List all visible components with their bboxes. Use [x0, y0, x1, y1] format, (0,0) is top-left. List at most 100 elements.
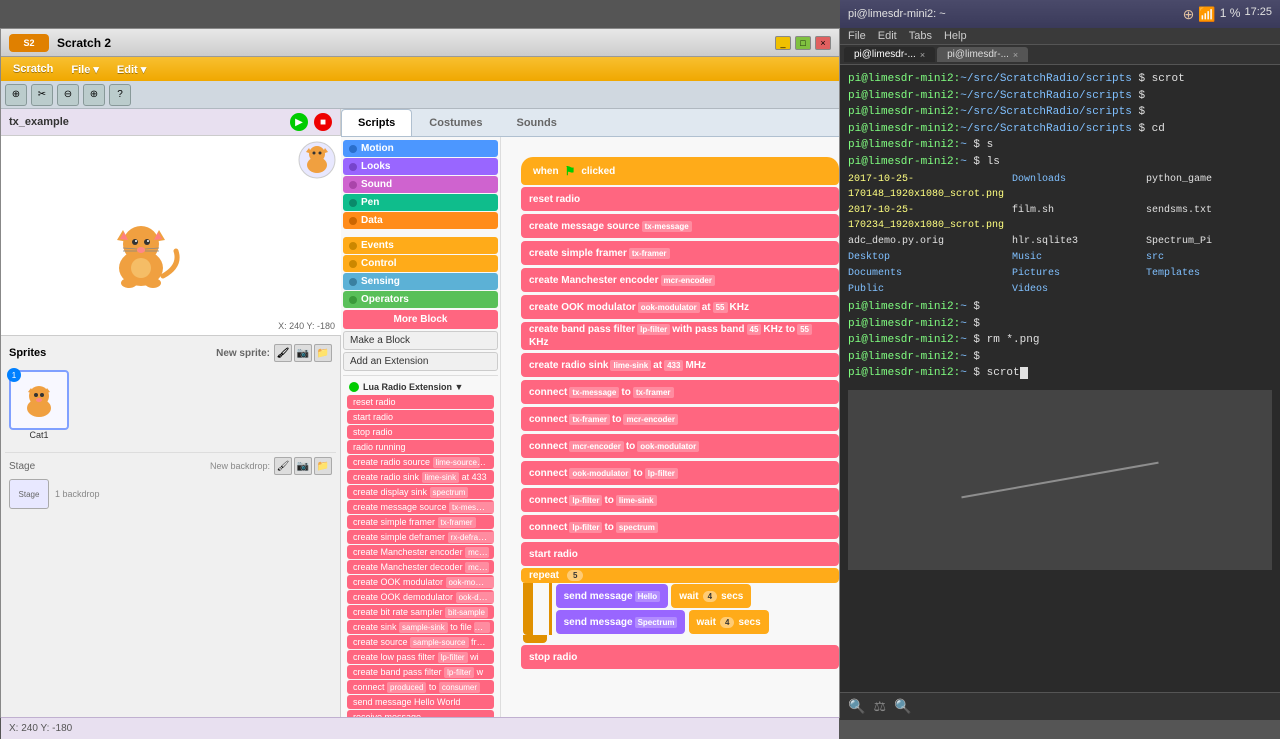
category-motion[interactable]: Motion — [343, 140, 498, 157]
script-canvas[interactable]: when ⚑ clicked reset radio create messag… — [501, 137, 839, 717]
camera-backdrop-btn[interactable]: 📷 — [294, 457, 312, 475]
shrink-tool[interactable]: ⊖ — [57, 84, 79, 106]
menu-file[interactable]: File — [848, 30, 866, 42]
network-icon[interactable]: 📶 — [1198, 6, 1215, 23]
block-send-spectrum[interactable]: send message Spectrum — [556, 610, 686, 634]
category-pen[interactable]: Pen — [343, 194, 498, 211]
block-start-radio[interactable]: start radio — [521, 542, 839, 566]
category-data[interactable]: Data — [343, 212, 498, 229]
add-extension-button[interactable]: Add an Extension — [343, 352, 498, 371]
stage-area[interactable]: X: 240 Y: -180 — [1, 136, 341, 336]
lua-block-stop-radio[interactable]: stop radio — [347, 425, 494, 439]
maximize-button[interactable]: □ — [795, 36, 811, 50]
terminal-footer-icons: 🔍 ⚖ 🔍 — [848, 698, 911, 715]
lua-block-manchester-dec[interactable]: create Manchester decoder mcrd — [347, 560, 494, 574]
term-line-4: pi@limesdr-mini2:~/src/ScratchRadio/scri… — [848, 121, 1272, 138]
lua-block-sink-file[interactable]: create sink sample-sink to file file — [347, 620, 494, 634]
block-create-msg-src[interactable]: create message source tx-message — [521, 214, 839, 238]
file-backdrop-btn[interactable]: 📁 — [314, 457, 332, 475]
green-flag-button[interactable]: ▶ — [290, 113, 308, 131]
category-looks[interactable]: Looks — [343, 158, 498, 175]
terminal-tab-1[interactable]: pi@limesdr-... × — [844, 47, 935, 62]
file-sprite-btn[interactable]: 📁 — [314, 344, 332, 362]
block-connect-lp-spectrum[interactable]: connect lp-filter to spectrum — [521, 515, 839, 539]
paint-sprite-btn[interactable]: 🖌 — [274, 344, 292, 362]
tab-costumes[interactable]: Costumes — [412, 109, 499, 136]
lua-block-start-radio[interactable]: start radio — [347, 410, 494, 424]
lua-block-bp-filter[interactable]: create band pass filter lp-filter w — [347, 665, 494, 679]
block-create-manchester[interactable]: create Manchester encoder mcr-encoder — [521, 268, 839, 292]
block-connect-framer-mcr[interactable]: connect tx-framer to mcr-encoder — [521, 407, 839, 431]
zoom-out-icon[interactable]: 🔍 — [848, 698, 865, 715]
tab-sounds[interactable]: Sounds — [499, 109, 573, 136]
minimize-button[interactable]: _ — [775, 36, 791, 50]
category-events[interactable]: Events — [343, 237, 498, 254]
category-sound[interactable]: Sound — [343, 176, 498, 193]
lua-block-radio-running[interactable]: radio running — [347, 440, 494, 454]
stage-thumbnail[interactable]: Stage — [9, 479, 49, 509]
lua-block-ook-demod[interactable]: create OOK demodulator ook-demo — [347, 590, 494, 604]
copy-tool[interactable]: ⊕ — [5, 84, 27, 106]
lua-block-connect[interactable]: connect produced to consumer — [347, 680, 494, 694]
lua-block-bit-sampler[interactable]: create bit rate sampler bit-sample — [347, 605, 494, 619]
block-reset-radio[interactable]: reset radio — [521, 187, 839, 211]
bluetooth-icon[interactable]: ⊕ — [1183, 6, 1195, 23]
grow-tool[interactable]: ⊕ — [83, 84, 105, 106]
camera-sprite-btn[interactable]: 📷 — [294, 344, 312, 362]
menu-tabs[interactable]: Tabs — [909, 30, 932, 42]
block-create-bp[interactable]: create band pass filter lp-filter with p… — [521, 322, 839, 350]
lua-block-reset-radio[interactable]: reset radio — [347, 395, 494, 409]
block-create-framer[interactable]: create simple framer tx-framer — [521, 241, 839, 265]
category-control[interactable]: Control — [343, 255, 498, 272]
lua-block-simple-framer[interactable]: create simple framer tx-framer — [347, 515, 494, 529]
lua-block-lp-filter[interactable]: create low pass filter lp-filter wi — [347, 650, 494, 664]
block-connect-ook-lp[interactable]: connect ook-modulator to lp-filter — [521, 461, 839, 485]
lua-block-receive-msg[interactable]: receive message — [347, 710, 494, 717]
lua-block-msg-source[interactable]: create message source tx-message — [347, 500, 494, 514]
block-connect-lp-sink[interactable]: connect lp-filter to lime-sink — [521, 488, 839, 512]
block-stop-radio[interactable]: stop radio — [521, 645, 839, 669]
tab-2-close[interactable]: × — [1013, 50, 1018, 60]
block-send-hello[interactable]: send message Hello — [556, 584, 669, 608]
stop-button[interactable]: ■ — [314, 113, 332, 131]
paint-backdrop-btn[interactable]: 🖌 — [274, 457, 292, 475]
block-connect-msg-framer[interactable]: connect tx-message to tx-framer — [521, 380, 839, 404]
lua-extension-name: Lua Radio Extension ▼ — [363, 382, 463, 392]
menu-edit[interactable]: Edit ▾ — [109, 61, 154, 78]
tab-1-close[interactable]: × — [920, 50, 925, 60]
close-button[interactable]: × — [815, 36, 831, 50]
lua-block-simple-deframer[interactable]: create simple deframer rx-deframer — [347, 530, 494, 544]
repeat-block-header[interactable]: repeat 5 — [521, 568, 839, 583]
zoom-in-icon[interactable]: 🔍 — [894, 698, 911, 715]
cat-sprite[interactable] — [101, 216, 181, 296]
lua-block-display-sink[interactable]: create display sink spectrum — [347, 485, 494, 499]
sprite-item-cat1[interactable]: 1 Cat1 — [9, 370, 69, 440]
block-create-radio-sink[interactable]: create radio sink lime-sink at 433 MHz — [521, 353, 839, 377]
block-create-ook[interactable]: create OOK modulator ook-modulator at 55… — [521, 295, 839, 319]
lua-block-create-sink[interactable]: create radio sink lime-sink at 433 — [347, 470, 494, 484]
more-blocks-button[interactable]: More Block — [343, 310, 498, 329]
help-tool[interactable]: ? — [109, 84, 131, 106]
hat-block-when-clicked[interactable]: when ⚑ clicked — [521, 157, 839, 185]
reset-zoom-icon[interactable]: ⚖ — [873, 698, 886, 715]
lua-extension-header[interactable]: Lua Radio Extension ▼ — [345, 380, 496, 394]
block-connect-mcr-ook[interactable]: connect mcr-encoder to ook-modulator — [521, 434, 839, 458]
cut-tool[interactable]: ✂ — [31, 84, 53, 106]
make-block-button[interactable]: Make a Block — [343, 331, 498, 350]
lua-block-send-msg[interactable]: send message Hello World — [347, 695, 494, 709]
block-wait-4-2[interactable]: wait 4 secs — [689, 610, 769, 634]
lua-block-create-source[interactable]: create radio source lime-source at — [347, 455, 494, 469]
lua-block-source-from[interactable]: create source sample-source from — [347, 635, 494, 649]
lua-block-manchester-enc[interactable]: create Manchester encoder mcre — [347, 545, 494, 559]
block-wait-4-1[interactable]: wait 4 secs — [671, 584, 751, 608]
menu-help[interactable]: Help — [944, 30, 967, 42]
tab-scripts[interactable]: Scripts — [341, 109, 412, 136]
category-sensing[interactable]: Sensing — [343, 273, 498, 290]
terminal-content[interactable]: pi@limesdr-mini2:~/src/ScratchRadio/scri… — [840, 65, 1280, 692]
lua-block-ook-mod[interactable]: create OOK modulator ook-modulator — [347, 575, 494, 589]
menu-file[interactable]: File ▾ — [63, 61, 107, 78]
category-operators[interactable]: Operators — [343, 291, 498, 308]
menu-scratch[interactable]: Scratch — [5, 61, 61, 77]
terminal-tab-2[interactable]: pi@limesdr-... × — [937, 47, 1028, 62]
menu-edit[interactable]: Edit — [878, 30, 897, 42]
